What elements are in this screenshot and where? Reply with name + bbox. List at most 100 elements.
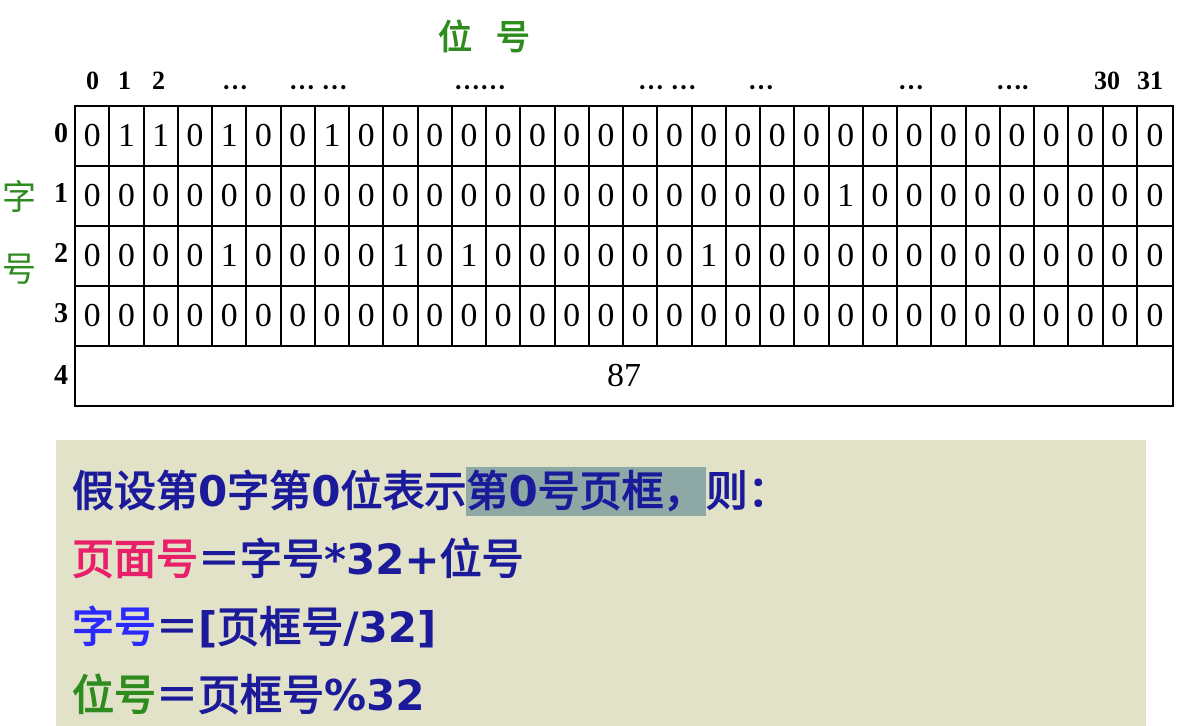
bit-cell: 0 <box>521 287 556 345</box>
bit-cell: 0 <box>384 107 419 165</box>
bit-cell: 0 <box>110 167 145 225</box>
bit-cell: 0 <box>145 287 179 345</box>
bit-cell: 0 <box>110 227 145 285</box>
bit-cell: 0 <box>590 287 624 345</box>
column-label: 30 <box>1094 66 1120 95</box>
bit-cell: 0 <box>247 227 282 285</box>
word-number-formula: ＝[页框号/32] <box>156 603 437 652</box>
page-number-formula: ＝字号*32+位号 <box>198 535 524 584</box>
formula-line-page-number: 页面号＝字号*32+位号 <box>72 526 524 587</box>
column-label: … … <box>289 66 348 95</box>
bit-cell: 0 <box>727 167 761 225</box>
bit-cell: 0 <box>179 287 213 345</box>
bit-cell: 0 <box>658 227 693 285</box>
bit-cell: 0 <box>1104 107 1138 165</box>
bit-cell: 0 <box>384 167 419 225</box>
bit-cell: 0 <box>761 107 796 165</box>
bitmap-row: 01101001000000000000000000000000 <box>76 107 1172 167</box>
column-label: 31 <box>1137 66 1163 95</box>
bit-cell: 0 <box>1104 227 1138 285</box>
bit-cell: 0 <box>453 107 487 165</box>
bit-cell: 0 <box>864 107 898 165</box>
formula-line-word-number: 字号＝[页框号/32] <box>72 594 436 655</box>
bit-cell: 0 <box>590 167 624 225</box>
bit-cell: 0 <box>658 287 693 345</box>
bit-cell: 0 <box>898 167 933 225</box>
bit-cell: 1 <box>213 107 248 165</box>
bit-cell: 0 <box>76 107 111 165</box>
bit-cell: 0 <box>419 167 453 225</box>
bit-cell: 1 <box>316 107 350 165</box>
bit-cell: 0 <box>76 287 111 345</box>
assumption-text: 假设第0字第0位表示 <box>72 467 467 516</box>
bit-cell: 0 <box>795 227 830 285</box>
formula-box: 假设第0字第0位表示第0号页框，则： 页面号＝字号*32+位号 字号＝[页框号/… <box>56 440 1146 726</box>
bit-cell: 0 <box>1104 167 1138 225</box>
bit-cell: 0 <box>932 227 967 285</box>
bit-cell: 0 <box>1035 167 1070 225</box>
bit-cell: 0 <box>419 287 453 345</box>
bit-cell: 0 <box>898 107 933 165</box>
bit-cell: 0 <box>1069 107 1104 165</box>
bit-cell: 0 <box>1104 287 1138 345</box>
bit-cell: 0 <box>247 107 282 165</box>
column-label: … <box>898 66 924 95</box>
bit-cell: 0 <box>1069 167 1104 225</box>
bit-cell: 0 <box>1001 107 1035 165</box>
bit-cell: 0 <box>658 107 693 165</box>
bit-cell: 0 <box>487 227 522 285</box>
bit-cell: 0 <box>658 167 693 225</box>
row-label: 0 <box>54 118 68 149</box>
bit-cell: 0 <box>864 227 898 285</box>
bit-cell: 0 <box>145 227 179 285</box>
bit-cell: 0 <box>795 107 830 165</box>
bit-cell: 1 <box>453 227 487 285</box>
bit-cell: 0 <box>247 167 282 225</box>
bit-cell: 0 <box>967 107 1001 165</box>
bit-cell: 0 <box>1001 167 1035 225</box>
bit-cell: 0 <box>282 107 316 165</box>
bit-cell: 0 <box>453 287 487 345</box>
bit-cell: 0 <box>624 287 659 345</box>
bit-cell: 0 <box>282 167 316 225</box>
bit-cell: 0 <box>1146 117 1164 154</box>
bit-cell: 0 <box>624 227 659 285</box>
formula-line-assumption: 假设第0字第0位表示第0号页框，则： <box>72 458 790 519</box>
bit-cell: 0 <box>1146 177 1164 214</box>
bit-number-term: 位号 <box>72 671 157 720</box>
bit-cell: 1 <box>830 167 864 225</box>
bit-cell: 0 <box>761 167 796 225</box>
bitmap-row: 00000000000000000000001000000000 <box>76 167 1172 227</box>
bit-cell: 0 <box>1001 287 1035 345</box>
bit-cell: 0 <box>932 287 967 345</box>
bit-cell: 1 <box>384 227 419 285</box>
bit-cell: 0 <box>590 227 624 285</box>
row-label: 3 <box>54 298 68 329</box>
bit-cell: 0 <box>795 287 830 345</box>
page-number-term: 页面号 <box>72 535 199 584</box>
bit-cell: 0 <box>624 167 659 225</box>
bit-cell: 0 <box>384 287 419 345</box>
bit-cell: 0 <box>761 227 796 285</box>
bit-cell: 0 <box>282 287 316 345</box>
bitmap-row: 00000000000000000000000000000000 <box>76 287 1172 347</box>
bit-cell: 0 <box>727 287 761 345</box>
bit-cell: 0 <box>487 107 522 165</box>
bit-cell: 0 <box>419 227 453 285</box>
bit-cell: 0 <box>521 107 556 165</box>
bit-cell: 0 <box>521 227 556 285</box>
bit-cell: 0 <box>932 167 967 225</box>
bit-cell: 0 <box>247 287 282 345</box>
bit-cell: 0 <box>316 287 350 345</box>
bit-cell: 0 <box>693 167 727 225</box>
column-label: … <box>222 66 248 95</box>
word-label-char: 字 <box>2 178 36 218</box>
bit-cell: 0 <box>1069 287 1104 345</box>
bit-cell: 0 <box>487 287 522 345</box>
bit-cell: 0 <box>521 167 556 225</box>
bit-cell: 0 <box>727 227 761 285</box>
column-label: … … <box>638 66 697 95</box>
bit-cell: 0 <box>556 287 590 345</box>
bit-cell: 0 <box>693 287 727 345</box>
bit-cell: 0 <box>556 167 590 225</box>
